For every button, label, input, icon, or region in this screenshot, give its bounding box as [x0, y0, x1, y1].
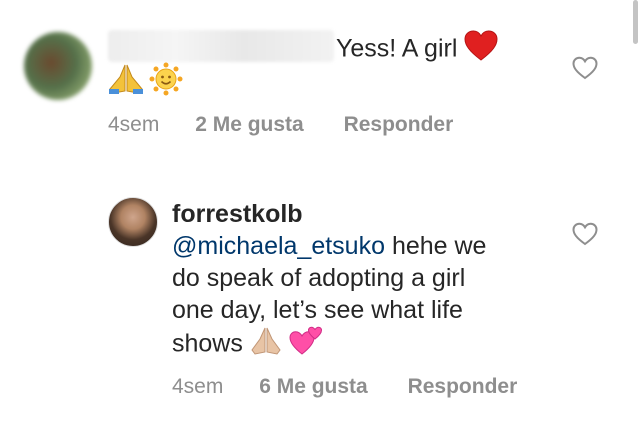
- mention-link[interactable]: @michaela_etsuko: [172, 232, 385, 260]
- comment-time[interactable]: 4sem: [172, 375, 223, 398]
- sun-face-icon: [148, 62, 184, 101]
- comment-text-line-2: do speak of adopting a girl: [172, 264, 466, 292]
- avatar[interactable]: [108, 197, 158, 247]
- comment-meta: 4sem 2 Me gusta Responder: [108, 113, 453, 137]
- comment-time[interactable]: 4sem: [108, 113, 159, 136]
- red-heart-icon: [464, 30, 498, 70]
- comment-username[interactable]: forrestkolb: [172, 198, 303, 230]
- like-heart-outline-icon[interactable]: [572, 222, 598, 246]
- likes-count-link[interactable]: 6 Me gusta: [259, 375, 368, 398]
- two-hearts-icon: [289, 326, 323, 364]
- comment-text-line-1: @michaela_etsuko hehe we: [172, 232, 487, 260]
- avatar[interactable]: [24, 32, 92, 100]
- like-heart-outline-icon[interactable]: [572, 56, 598, 80]
- scrollbar[interactable]: [633, 0, 638, 44]
- comment-text-line-4: shows: [172, 326, 323, 364]
- folded-hands-icon: [108, 63, 144, 100]
- username-redacted: [108, 30, 334, 62]
- likes-count-link[interactable]: 2 Me gusta: [195, 113, 304, 136]
- comment-text-line-1: Yess! A girl: [336, 30, 498, 70]
- folded-hands-icon: [250, 326, 282, 364]
- reply-button[interactable]: Responder: [408, 375, 518, 398]
- comment-meta: 4sem 6 Me gusta Responder: [172, 375, 517, 399]
- comment-text-line-3: one day, let’s see what life: [172, 296, 463, 324]
- comment-emoji-line: [108, 62, 184, 101]
- reply-button[interactable]: Responder: [344, 113, 454, 136]
